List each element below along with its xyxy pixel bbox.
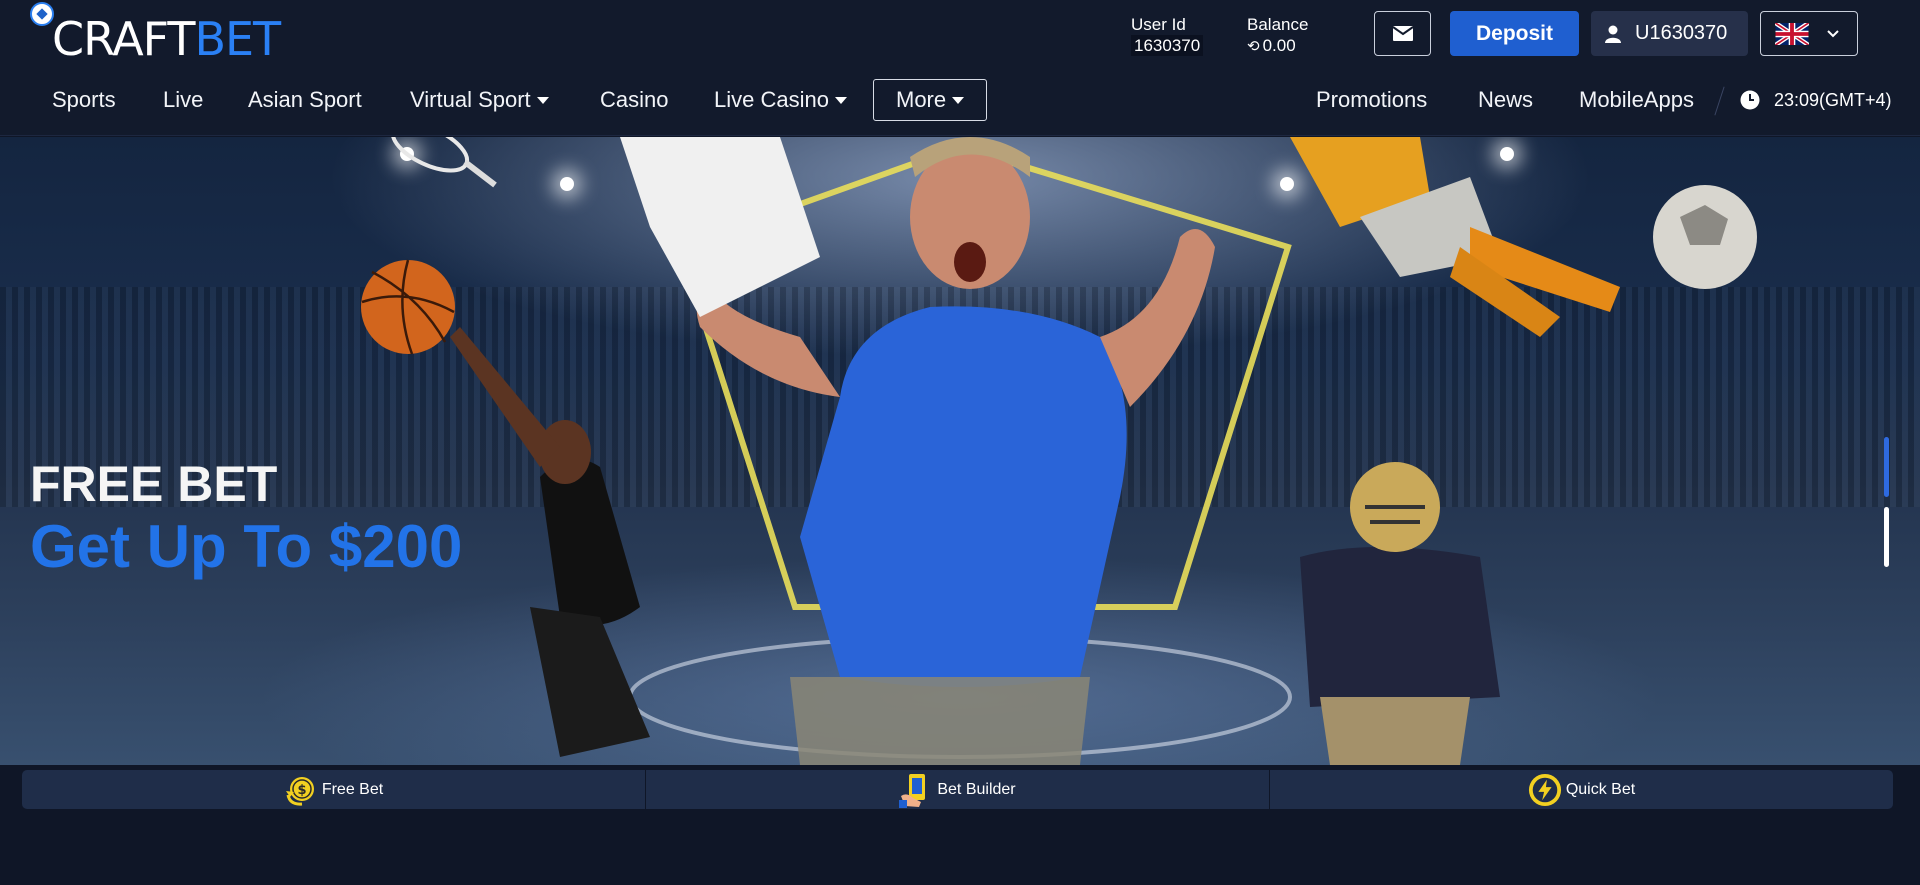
caret-down-icon: [536, 96, 549, 104]
quick-link-free-bet[interactable]: $ Free Bet: [22, 770, 646, 809]
clock: 23:09(GMT+4): [1740, 78, 1892, 122]
clock-icon: [1740, 90, 1760, 110]
messages-button[interactable]: [1374, 11, 1431, 56]
banner-headline: FREE BET: [30, 456, 278, 512]
nav-label: Virtual Sport: [410, 87, 531, 112]
nav-label: News: [1478, 87, 1534, 112]
site-header: CRAFT BET User Id 1630370 Balance ⟲ 0.00 D…: [0, 0, 1920, 136]
envelope-icon: [1392, 26, 1413, 41]
nav-label: Live: [163, 87, 204, 112]
deposit-button[interactable]: Deposit: [1450, 11, 1579, 56]
nav-label: Live Casino: [714, 87, 829, 112]
slide-indicator-active[interactable]: [1884, 437, 1889, 497]
nav-label: Promotions: [1316, 87, 1428, 112]
balance-value: 0.00: [1262, 36, 1296, 55]
promo-banner[interactable]: FREE BET Get Up To $200: [0, 137, 1920, 765]
nav-more[interactable]: More: [873, 79, 988, 121]
slide-indicator[interactable]: [1884, 507, 1889, 567]
craftbet-logo[interactable]: CRAFT BET: [28, 0, 281, 66]
user-id-value: 1630370: [1131, 35, 1204, 56]
nav-casino[interactable]: Casino: [600, 78, 668, 122]
caret-down-icon: [952, 96, 965, 104]
main-nav: Sports Live Asian Sport Virtual Sport Ca…: [0, 78, 1920, 124]
quick-link-label: Free Bet: [321, 780, 384, 798]
slide-indicators: [1884, 437, 1890, 577]
nav-label: Sports: [52, 87, 116, 112]
nav-sports[interactable]: Sports: [52, 78, 116, 122]
nav-live[interactable]: Live: [163, 78, 203, 122]
quick-link-label: Quick Bet: [1565, 780, 1636, 798]
quick-link-bet-builder[interactable]: Bet Builder: [646, 770, 1270, 809]
nav-asian-sport[interactable]: Asian Sport: [248, 78, 362, 122]
nav-virtual-sport[interactable]: Virtual Sport: [410, 78, 549, 122]
nav-label: More: [896, 87, 947, 112]
soccer-ball-icon: [30, 2, 54, 26]
balance-block: Balance ⟲ 0.00: [1247, 14, 1308, 57]
banner-artwork: [361, 137, 1757, 765]
logo-text-bet: BET: [194, 12, 281, 66]
deposit-label: Deposit: [1475, 21, 1553, 45]
bet-builder-phone-icon: [899, 773, 933, 808]
user-id-label: User Id: [1131, 15, 1186, 34]
language-selector[interactable]: [1760, 11, 1858, 56]
nav-label: Casino: [600, 87, 669, 112]
coin-icon: ⟲: [1247, 38, 1260, 55]
nav-mobileapps[interactable]: MobileApps: [1579, 78, 1694, 122]
quick-links-bar: $ Free Bet Bet Builder Quick Bet: [22, 770, 1893, 809]
logo-text-craft: CRAFT: [52, 12, 195, 66]
quick-bet-lightning-icon: [1528, 773, 1562, 807]
nav-label: MobileApps: [1579, 87, 1694, 112]
quick-link-label: Bet Builder: [937, 780, 1016, 798]
nav-label: Asian Sport: [248, 87, 362, 112]
nav-divider: [1714, 86, 1725, 116]
svg-text:$: $: [297, 783, 306, 798]
nav-promotions[interactable]: Promotions: [1316, 78, 1427, 122]
user-id-block: User Id 1630370: [1131, 14, 1204, 56]
uk-flag-icon: [1775, 22, 1809, 45]
free-bet-coin-icon: $: [284, 773, 318, 807]
quick-link-quick-bet[interactable]: Quick Bet: [1270, 770, 1893, 809]
user-account-button[interactable]: U1630370: [1591, 11, 1748, 56]
banner-subheadline: Get Up To $200: [30, 513, 463, 580]
balance-label: Balance: [1247, 15, 1309, 34]
caret-down-icon: [834, 96, 847, 104]
clock-time: 23:09(GMT+4): [1774, 89, 1892, 110]
nav-news[interactable]: News: [1478, 78, 1533, 122]
chevron-down-icon: [1827, 29, 1839, 37]
nav-live-casino[interactable]: Live Casino: [714, 78, 847, 122]
username: U1630370: [1635, 22, 1728, 44]
user-icon: [1605, 25, 1621, 43]
